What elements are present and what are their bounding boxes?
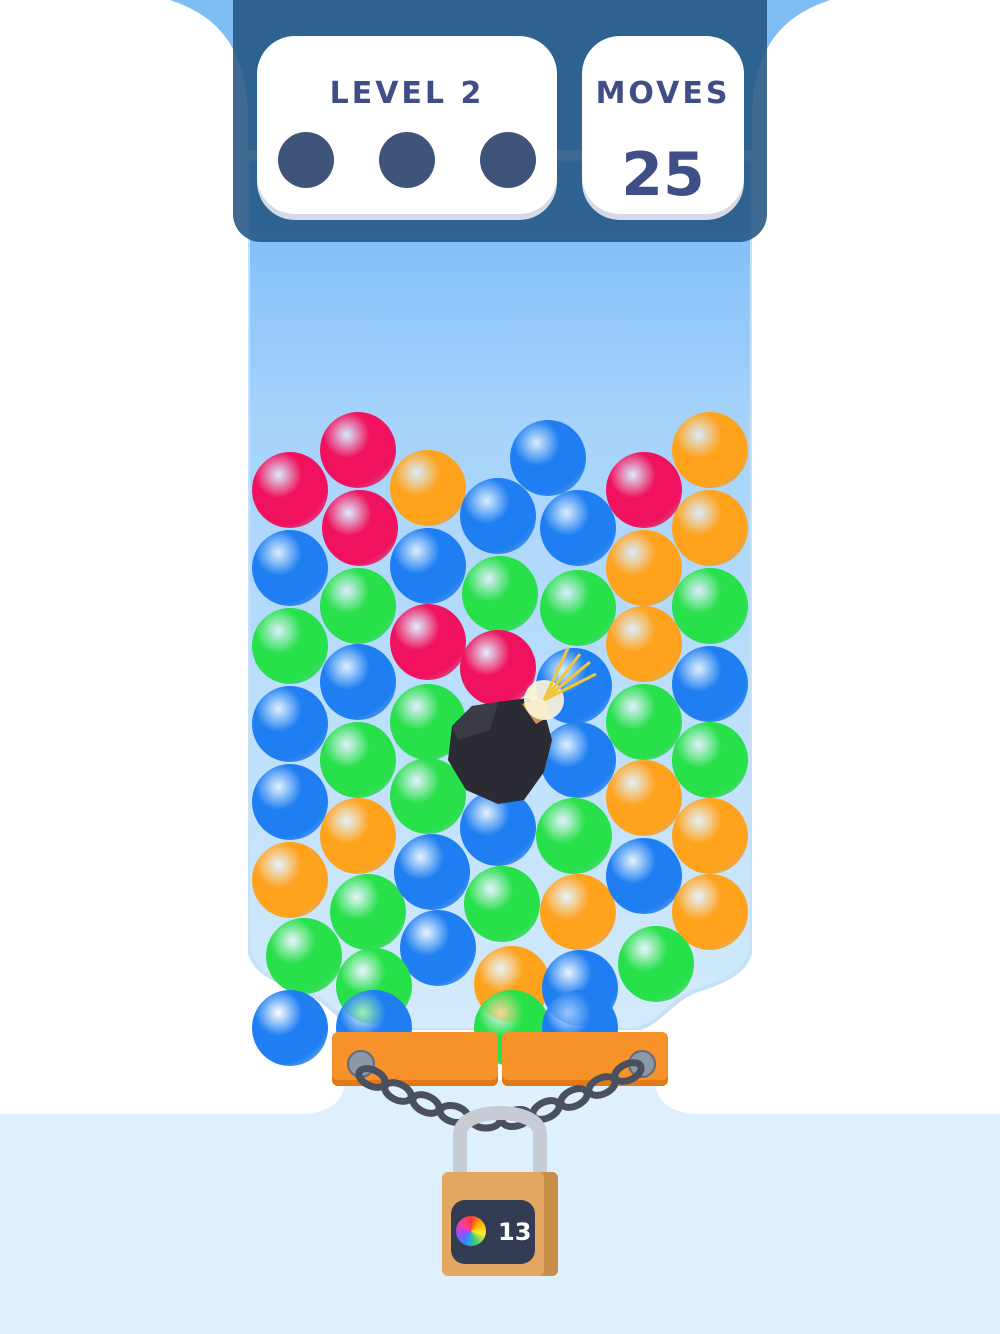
ball-orange[interactable] <box>390 450 466 526</box>
ball-blue[interactable] <box>252 990 328 1066</box>
ball-green[interactable] <box>320 722 396 798</box>
moves-counter: 25 <box>621 140 705 210</box>
ball-blue[interactable] <box>460 478 536 554</box>
level-card: LEVEL 2 <box>257 36 557 214</box>
ball-orange[interactable] <box>672 412 748 488</box>
ball-pink[interactable] <box>322 490 398 566</box>
ball-orange[interactable] <box>252 842 328 918</box>
ball-green[interactable] <box>462 556 538 632</box>
ball-green[interactable] <box>266 918 342 994</box>
progress-dot <box>278 132 334 188</box>
padlock-shackle <box>453 1106 547 1180</box>
progress-dot <box>379 132 435 188</box>
ball-orange[interactable] <box>672 490 748 566</box>
progress-dot <box>480 132 536 188</box>
ball-green[interactable] <box>330 874 406 950</box>
moves-label: MOVES <box>595 76 731 111</box>
ball-green[interactable] <box>540 570 616 646</box>
ball-orange[interactable] <box>320 798 396 874</box>
ball-orange[interactable] <box>606 530 682 606</box>
ball-blue[interactable] <box>252 686 328 762</box>
ball-green[interactable] <box>252 608 328 684</box>
ball-orange[interactable] <box>672 798 748 874</box>
moves-card: MOVES 25 <box>582 36 744 214</box>
ball-blue[interactable] <box>540 490 616 566</box>
ball-green[interactable] <box>618 926 694 1002</box>
ball-orange[interactable] <box>540 874 616 950</box>
ball-blue[interactable] <box>390 528 466 604</box>
ball-blue[interactable] <box>606 838 682 914</box>
ball-blue[interactable] <box>672 646 748 722</box>
ball-blue[interactable] <box>252 764 328 840</box>
ball-pink[interactable] <box>252 452 328 528</box>
rainbow-ball-icon <box>456 1216 486 1246</box>
ball-pink[interactable] <box>320 412 396 488</box>
ball-green[interactable] <box>464 866 540 942</box>
ball-green[interactable] <box>672 568 748 644</box>
ball-blue[interactable] <box>394 834 470 910</box>
level-label: LEVEL 2 <box>329 76 485 111</box>
ball-pink[interactable] <box>606 452 682 528</box>
ball-blue[interactable] <box>510 420 586 496</box>
ball-blue[interactable] <box>320 644 396 720</box>
bomb[interactable] <box>440 640 620 810</box>
ball-blue[interactable] <box>252 530 328 606</box>
ball-green[interactable] <box>320 568 396 644</box>
ball-blue[interactable] <box>400 910 476 986</box>
ball-green[interactable] <box>672 722 748 798</box>
unlock-count: 13 <box>498 1218 532 1246</box>
